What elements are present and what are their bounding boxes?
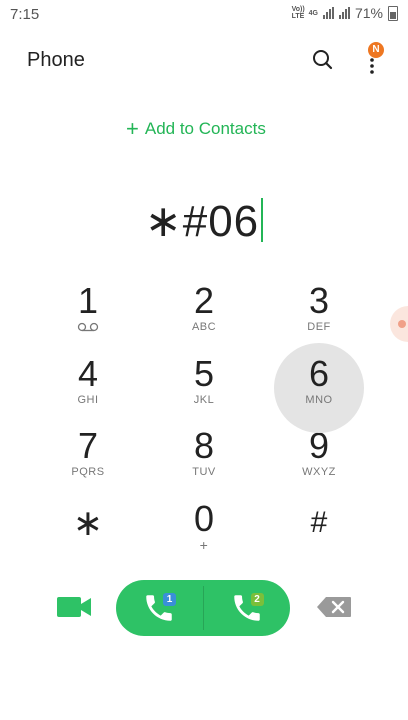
key-letters: + <box>199 537 209 553</box>
volte-indicator: Vo)) LTE <box>291 6 305 20</box>
signal-icon <box>322 7 334 19</box>
key-letters: DEF <box>307 321 331 333</box>
key-7[interactable]: 7 PQRS <box>43 425 133 495</box>
key-star[interactable]: ∗ <box>43 502 133 572</box>
key-0[interactable]: 0 + <box>159 498 249 568</box>
key-digit: 5 <box>193 353 215 394</box>
video-call-button[interactable] <box>54 592 94 622</box>
edge-panel-handle[interactable] <box>390 306 408 342</box>
battery-icon <box>388 5 398 21</box>
backspace-button[interactable] <box>316 596 352 618</box>
app-bar: Phone N <box>0 36 408 84</box>
status-bar: 7:15 Vo)) LTE 4G 71% <box>0 0 408 30</box>
status-indicators: Vo)) LTE 4G 71% <box>292 5 398 21</box>
battery-percentage: 71% <box>354 5 383 21</box>
add-to-contacts-label: Add to Contacts <box>144 119 266 138</box>
more-vertical-icon <box>370 58 374 74</box>
signal-icon-sim2 <box>338 7 350 19</box>
key-digit: ∗ <box>72 502 104 543</box>
more-options-button[interactable]: N <box>358 42 388 76</box>
key-digit: 4 <box>77 353 99 394</box>
key-digit: # <box>310 506 328 539</box>
key-digit: 7 <box>77 425 99 466</box>
key-letters: JKL <box>193 394 215 406</box>
key-1[interactable]: 1 <box>43 280 133 350</box>
dialed-number-text: ∗#06 <box>144 197 260 246</box>
key-letters: GHI <box>77 394 99 406</box>
key-letters: WXYZ <box>302 466 336 478</box>
key-8[interactable]: 8 TUV <box>159 425 249 495</box>
add-to-contacts-button[interactable]: + Add to Contacts <box>126 116 266 142</box>
video-camera-icon <box>57 597 91 617</box>
key-4[interactable]: 4 GHI <box>43 353 133 423</box>
key-digit: 1 <box>77 280 99 321</box>
sim1-badge: 1 <box>163 593 176 606</box>
voicemail-icon <box>77 322 99 332</box>
key-digit: 8 <box>193 425 215 466</box>
plus-icon: + <box>126 116 139 141</box>
key-letters: ABC <box>191 321 217 333</box>
page-title: Phone <box>27 49 85 71</box>
status-time: 7:15 <box>10 6 40 23</box>
search-button[interactable] <box>308 45 338 75</box>
key-6[interactable]: 6 MNO <box>274 343 364 433</box>
key-letters: PQRS <box>71 466 105 478</box>
key-5[interactable]: 5 JKL <box>159 353 249 423</box>
key-letters: MNO <box>305 394 333 406</box>
key-digit: 0 <box>193 498 215 539</box>
key-hash[interactable]: # <box>274 502 364 572</box>
call-sim2-button[interactable]: 2 <box>204 580 291 636</box>
call-sim1-button[interactable]: 1 <box>116 580 203 636</box>
key-digit: 2 <box>193 280 215 321</box>
sim2-badge: 2 <box>250 593 264 606</box>
dialed-number-field[interactable]: ∗#06 <box>0 196 408 247</box>
key-digit: 6 <box>308 353 330 394</box>
text-cursor <box>261 198 264 242</box>
key-3[interactable]: 3 DEF <box>274 280 364 350</box>
key-9[interactable]: 9 WXYZ <box>274 425 364 495</box>
network-type-indicator: 4G <box>308 9 318 17</box>
backspace-icon <box>317 597 351 617</box>
call-actions: 1 2 <box>0 578 408 638</box>
call-button-group: 1 2 <box>116 580 290 636</box>
key-letters: TUV <box>192 466 216 478</box>
key-digit: 3 <box>308 280 330 321</box>
search-icon <box>313 50 333 70</box>
key-2[interactable]: 2 ABC <box>159 280 249 350</box>
